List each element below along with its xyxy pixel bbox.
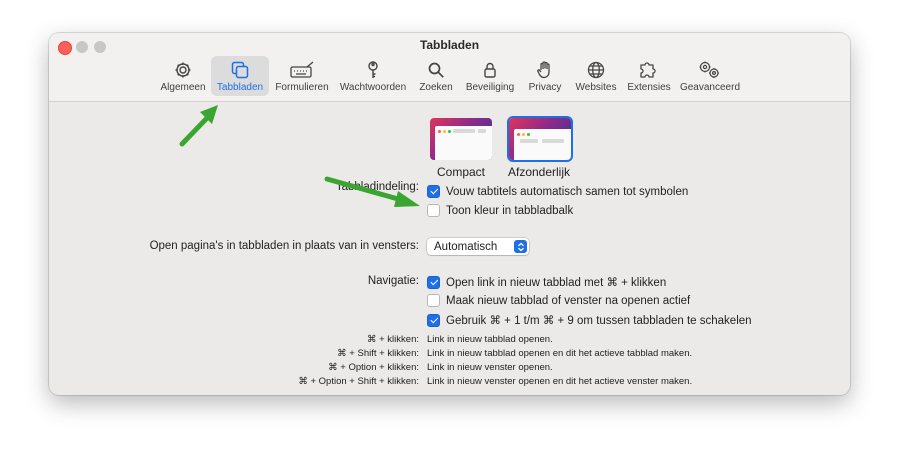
open-pages-select[interactable]: Automatisch [427,238,529,255]
layout-compact-thumbnail[interactable] [430,118,492,160]
tab-label: Tabbladen [216,82,264,93]
tab-label: Beveiliging [465,82,515,93]
tab-label: Wachtwoorden [339,82,407,93]
checkbox-box[interactable] [427,313,440,327]
tab-label: Zoeken [419,82,453,93]
shortcut-description: Link in nieuw tabblad openen en dit het … [427,348,693,359]
checkbox-box[interactable] [427,294,440,307]
toolbar: Tabbladen Algemeen Tabbladen Formulieren [49,33,850,102]
lock-icon [480,60,500,80]
layout-compact-label[interactable]: Compact [421,165,501,179]
open-pages-value: Automatisch [434,240,498,253]
shortcut-description: Link in nieuw venster openen en dit het … [427,376,693,387]
checkbox-box[interactable] [427,185,440,198]
checkbox-label: Open link in nieuw tabblad met ⌘ + klikk… [446,277,667,289]
puzzle-icon [638,60,660,80]
window-title: Tabbladen [419,38,480,52]
collapse-titles-checkbox[interactable]: Vouw tabtitels automatisch samen tot sym… [427,185,688,198]
tab-label: Extensies [627,82,671,93]
make-active-checkbox[interactable]: Maak nieuw tabblad of venster na openen … [427,294,690,307]
tabs-settings-pane: Tabbladindeling: Compact Afzonderlijk Vo… [49,102,850,395]
updown-chevron-icon [514,240,527,253]
gear-icon [173,60,193,80]
shortcut-description: Link in nieuw venster openen. [427,362,553,373]
cmd-number-checkbox[interactable]: Gebruik ⌘ + 1 t/m ⌘ + 9 om tussen tabbla… [427,313,752,327]
layout-separate-thumbnail[interactable] [509,118,571,160]
open-pages-label: Open pagina's in tabbladen in plaats van… [149,240,419,252]
magnifier-icon [426,60,446,80]
tab-label: Algemeen [160,82,206,93]
cmd-click-checkbox[interactable]: Open link in nieuw tabblad met ⌘ + klikk… [427,275,666,289]
show-color-checkbox[interactable]: Toon kleur in tabbladbalk [427,204,573,217]
checkbox-label: Vouw tabtitels automatisch samen tot sym… [446,185,689,198]
checkbox-box[interactable] [427,204,440,217]
tab-label: Formulieren [275,82,329,93]
tab-zoeken[interactable]: Zoeken [413,56,459,96]
checkbox-label: Maak nieuw tabblad of venster na openen … [446,294,691,307]
tab-tabbladen[interactable]: Tabbladen [211,56,269,96]
shortcut-description: Link in nieuw tabblad openen. [427,334,553,345]
shortcut-keys: ⌘ + Shift + klikken: [337,348,419,359]
checkbox-label: Toon kleur in tabbladbalk [446,204,574,217]
layout-separate-label[interactable]: Afzonderlijk [499,165,579,179]
shortcut-keys: ⌘ + Option + klikken: [328,362,419,373]
tab-label: Privacy [528,82,562,93]
hand-icon [535,60,555,80]
checkbox-label: Gebruik ⌘ + 1 t/m ⌘ + 9 om tussen tabbla… [446,315,752,327]
shortcut-keys: ⌘ + Option + Shift + klikken: [298,376,419,387]
keyboard-pen-icon [289,60,315,80]
tab-label: Websites [575,82,617,93]
preferences-window: Tabbladen Algemeen Tabbladen Formulieren [49,33,850,395]
checkbox-box[interactable] [427,275,440,289]
shortcut-keys: ⌘ + klikken: [366,334,419,345]
tab-algemeen[interactable]: Algemeen [158,56,208,96]
tab-wachtwoorden[interactable]: Wachtwoorden [337,56,409,96]
key-icon [363,60,383,80]
tab-privacy[interactable]: Privacy [523,56,567,96]
navigation-label: Navigatie: [367,275,419,287]
tab-extensies[interactable]: Extensies [625,56,673,96]
globe-icon [586,60,606,80]
tab-beveiliging[interactable]: Beveiliging [464,56,516,96]
tab-websites[interactable]: Websites [571,56,621,96]
tab-formulieren[interactable]: Formulieren [273,56,331,96]
tab-geavanceerd[interactable]: Geavanceerd [678,56,742,96]
tab-layout-label: Tabbladindeling: [335,181,419,193]
gears-icon [697,60,723,80]
tab-label: Geavanceerd [679,82,741,93]
tabs-icon [230,60,250,80]
